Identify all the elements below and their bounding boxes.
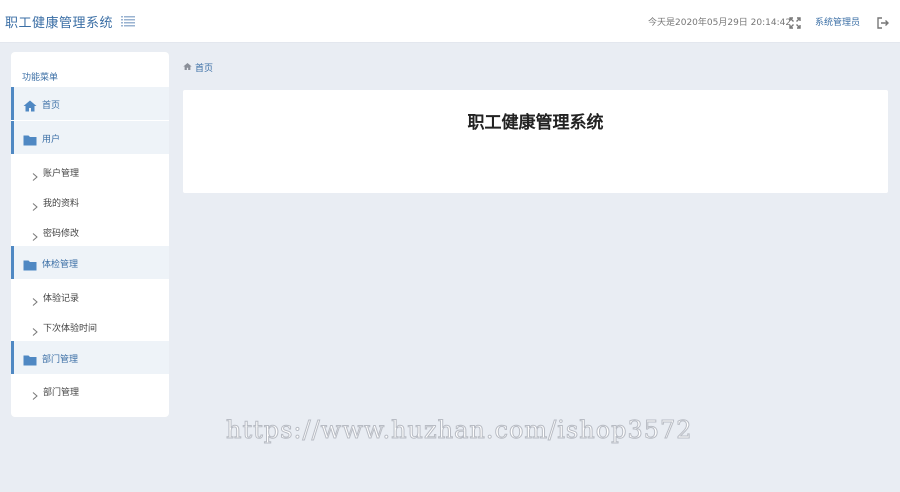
sidebar-group-checkup[interactable]: 体检管理 — [11, 246, 169, 279]
sidebar: 功能菜单 首页 用户 账户管理 我的资料 密码修改 体检管理 体验记录 下次体验… — [11, 52, 169, 417]
fullscreen-icon[interactable] — [789, 14, 801, 29]
sidebar-item-label: 部门管理 — [43, 388, 80, 398]
chevron-right-icon — [32, 321, 38, 336]
logout-icon[interactable] — [877, 14, 889, 29]
top-bar: 职工健康管理系统 今天是2020年05月29日 20:14:42 系统管理员 — [0, 0, 900, 43]
sidebar-item-label: 账户管理 — [43, 169, 80, 179]
sidebar-item-checkup-records[interactable]: 体验记录 — [11, 280, 169, 310]
sidebar-item-department-manage[interactable]: 部门管理 — [11, 374, 169, 404]
menu-toggle-icon[interactable] — [121, 13, 135, 27]
sidebar-group-users[interactable]: 用户 — [11, 121, 169, 154]
sidebar-group-label: 体检管理 — [42, 260, 79, 270]
current-datetime: 今天是2020年05月29日 20:14:42 — [648, 18, 792, 28]
watermark-text: https://www.huzhan.com/ishop3572 — [226, 416, 693, 445]
sidebar-item-password[interactable]: 密码修改 — [11, 215, 169, 245]
sidebar-item-home[interactable]: 首页 — [11, 87, 169, 120]
chevron-right-icon — [32, 385, 38, 400]
sidebar-item-account[interactable]: 账户管理 — [11, 155, 169, 185]
folder-icon — [23, 351, 37, 366]
sidebar-group-label: 部门管理 — [42, 355, 79, 365]
sidebar-item-label: 密码修改 — [43, 229, 80, 239]
chevron-right-icon — [32, 226, 38, 241]
app-title[interactable]: 职工健康管理系统 — [5, 12, 113, 31]
sidebar-group-label: 用户 — [42, 135, 61, 145]
home-icon — [23, 97, 37, 112]
breadcrumb-home[interactable]: 首页 — [195, 61, 213, 74]
chevron-right-icon — [32, 196, 38, 211]
sidebar-item-profile[interactable]: 我的资料 — [11, 185, 169, 215]
admin-user-link[interactable]: 系统管理员 — [815, 15, 860, 28]
sidebar-group-departments[interactable]: 部门管理 — [11, 341, 169, 374]
sidebar-item-label: 首页 — [42, 101, 61, 111]
folder-icon — [23, 256, 37, 271]
page-title: 职工健康管理系统 — [467, 113, 604, 133]
sidebar-item-label: 体验记录 — [43, 294, 80, 304]
chevron-right-icon — [32, 166, 38, 181]
sidebar-item-label: 下次体验时间 — [43, 324, 98, 334]
home-icon — [183, 62, 192, 71]
chevron-right-icon — [32, 291, 38, 306]
content-card: 职工健康管理系统 — [183, 90, 888, 193]
sidebar-item-next-checkup[interactable]: 下次体验时间 — [11, 310, 169, 340]
sidebar-item-label: 我的资料 — [43, 199, 80, 209]
folder-icon — [23, 131, 37, 146]
sidebar-caption: 功能菜单 — [22, 73, 59, 83]
